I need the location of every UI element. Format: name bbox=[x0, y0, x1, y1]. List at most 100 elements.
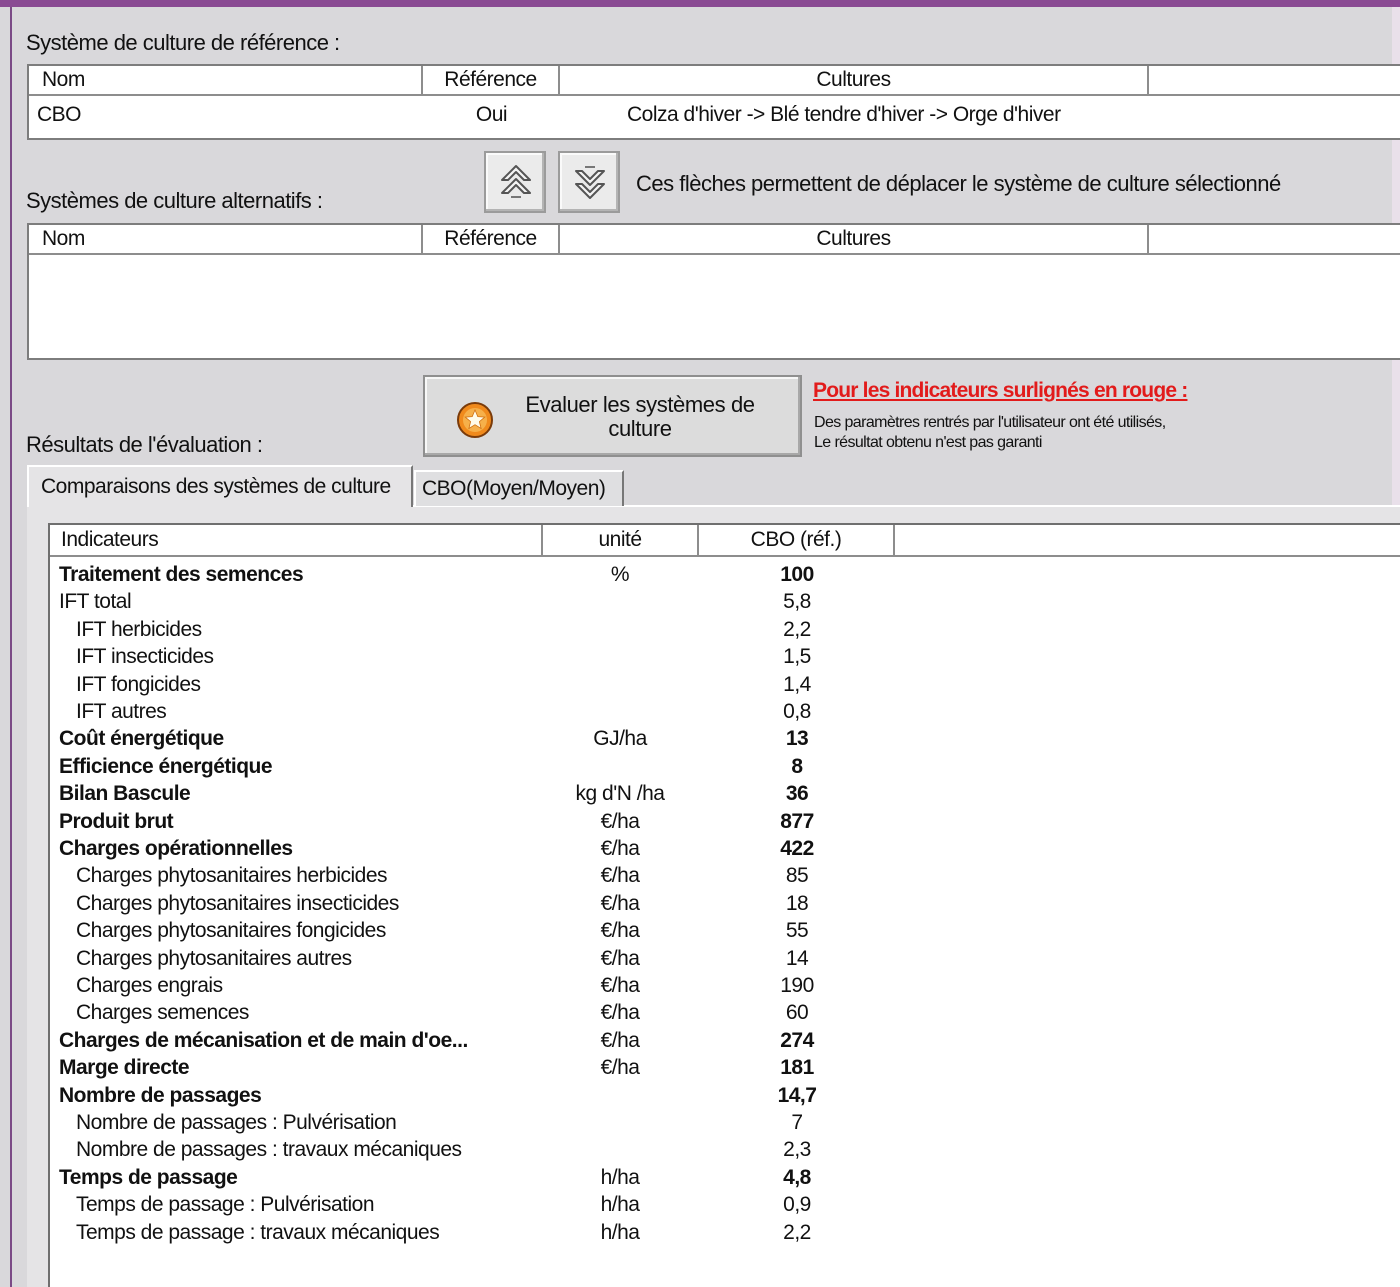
indicator-unit: €/ha bbox=[600, 891, 640, 915]
warning-line-1: Des paramètres rentrés par l'utilisateur… bbox=[814, 414, 1166, 431]
alternatives-col-reference[interactable]: Référence bbox=[423, 225, 560, 255]
indicator-unit: €/ha bbox=[600, 1056, 640, 1080]
warning-title: Pour les indicateurs surlignés en rouge … bbox=[813, 379, 1188, 402]
window-frame-left bbox=[10, 7, 12, 1287]
reference-row-cultures: Colza d'hiver -> Blé tendre d'hiver -> O… bbox=[627, 103, 1061, 126]
indicator-label: IFT insecticides bbox=[76, 645, 214, 669]
indicator-unit: €/ha bbox=[600, 1028, 640, 1052]
reference-section-label: Système de culture de référence : bbox=[26, 30, 340, 55]
indicator-value: 14,7 bbox=[777, 1083, 817, 1107]
move-arrows-hint: Ces flèches permettent de déplacer le sy… bbox=[636, 171, 1281, 196]
indicator-label: Charges semences bbox=[76, 1001, 249, 1025]
alternatives-list[interactable]: Nom Référence Cultures bbox=[27, 223, 1400, 360]
indicator-label: Nombre de passages : travaux mécaniques bbox=[76, 1138, 462, 1162]
indicator-value: 60 bbox=[785, 1001, 809, 1025]
indicator-label: Temps de passage : Pulvérisation bbox=[76, 1193, 375, 1217]
indicator-unit: h/ha bbox=[600, 1220, 640, 1244]
reference-col-reference[interactable]: Référence bbox=[423, 66, 560, 96]
double-chevron-down-icon bbox=[575, 166, 605, 199]
indicator-value: 100 bbox=[780, 563, 814, 586]
results-col-filler bbox=[895, 525, 1400, 557]
indicator-unit: €/ha bbox=[600, 1001, 640, 1025]
evaluate-systems-button[interactable]: Evaluer les systèmes de culture bbox=[423, 375, 802, 457]
reference-col-filler bbox=[1149, 66, 1400, 96]
indicator-value: 0,9 bbox=[783, 1193, 811, 1217]
indicator-unit: h/ha bbox=[600, 1165, 640, 1189]
indicator-label: Produit brut bbox=[59, 809, 174, 833]
indicator-value: 85 bbox=[785, 864, 809, 888]
indicator-label: Charges de mécanisation et de main d'oe.… bbox=[59, 1028, 468, 1052]
indicator-value: 2,3 bbox=[783, 1138, 811, 1162]
star-icon bbox=[457, 402, 493, 438]
indicator-label: IFT autres bbox=[76, 700, 167, 723]
results-col-indicateurs[interactable]: Indicateurs bbox=[50, 525, 543, 557]
evaluate-button-label: Evaluer les systèmes de culture bbox=[525, 392, 755, 441]
reference-row-nom: CBO bbox=[37, 103, 82, 126]
indicator-unit: €/ha bbox=[600, 864, 640, 888]
results-table[interactable]: Indicateurs unité CBO (réf.) Traitement … bbox=[48, 523, 1400, 1287]
warning-line-2: Le résultat obtenu n'est pas garanti bbox=[814, 434, 1042, 451]
alternatives-col-nom[interactable]: Nom bbox=[29, 225, 423, 255]
indicator-value: 13 bbox=[785, 727, 809, 751]
indicator-label: Traitement des semences bbox=[59, 563, 304, 586]
indicator-unit: €/ha bbox=[600, 974, 640, 997]
indicator-value: 55 bbox=[785, 919, 809, 943]
indicator-unit: €/ha bbox=[600, 809, 640, 833]
indicator-label: IFT herbicides bbox=[76, 617, 202, 641]
indicator-label: Marge directe bbox=[59, 1056, 190, 1080]
indicator-value: 7 bbox=[791, 1111, 803, 1134]
indicator-value: 877 bbox=[780, 809, 814, 833]
indicator-label: Charges opérationnelles bbox=[59, 837, 293, 860]
move-up-button[interactable] bbox=[484, 151, 546, 213]
indicator-unit: % bbox=[610, 563, 630, 586]
indicator-value: 18 bbox=[785, 891, 809, 915]
indicator-label: Nombre de passages : Pulvérisation bbox=[76, 1111, 397, 1134]
reference-list[interactable]: Nom Référence Cultures CBO Oui Colza d'h… bbox=[27, 64, 1400, 140]
indicator-value: 181 bbox=[780, 1056, 814, 1080]
double-chevron-up-icon bbox=[501, 165, 531, 198]
indicator-value: 2,2 bbox=[783, 1220, 811, 1244]
window-frame-top bbox=[0, 0, 1400, 7]
indicator-value: 190 bbox=[780, 974, 814, 997]
indicator-unit: h/ha bbox=[600, 1193, 640, 1217]
reference-col-nom[interactable]: Nom bbox=[29, 66, 423, 96]
reference-row-reference: Oui bbox=[475, 103, 508, 126]
indicator-label: Charges engrais bbox=[76, 974, 223, 997]
indicator-label: Charges phytosanitaires insecticides bbox=[76, 891, 399, 915]
indicator-label: Charges phytosanitaires autres bbox=[76, 946, 352, 970]
indicator-unit: €/ha bbox=[600, 946, 640, 970]
indicator-value: 1,5 bbox=[783, 645, 811, 669]
reference-col-cultures[interactable]: Cultures bbox=[560, 66, 1149, 96]
indicator-unit: GJ/ha bbox=[593, 727, 647, 751]
tab-cbo-moyen[interactable]: CBO(Moyen/Moyen) bbox=[414, 470, 624, 506]
indicator-value: 4,8 bbox=[783, 1165, 811, 1189]
indicator-unit: kg d'N /ha bbox=[575, 782, 665, 806]
indicator-label: Efficience énergétique bbox=[59, 754, 273, 778]
indicator-label: Charges phytosanitaires fongicides bbox=[76, 919, 386, 943]
indicator-label: Nombre de passages bbox=[59, 1083, 262, 1107]
results-col-cbo[interactable]: CBO (réf.) bbox=[699, 525, 895, 557]
indicator-unit: €/ha bbox=[600, 837, 640, 860]
results-col-unite[interactable]: unité bbox=[543, 525, 699, 557]
alternatives-col-cultures[interactable]: Cultures bbox=[560, 225, 1149, 255]
indicator-label: Temps de passage : travaux mécaniques bbox=[76, 1220, 440, 1244]
alternatives-col-filler bbox=[1149, 225, 1400, 255]
move-down-button[interactable] bbox=[558, 151, 620, 213]
indicator-label: Coût énergétique bbox=[59, 727, 224, 751]
indicator-label: Bilan Bascule bbox=[59, 782, 191, 806]
alternatives-section-label: Systèmes de culture alternatifs : bbox=[26, 188, 323, 213]
indicator-value: 0,8 bbox=[783, 700, 811, 723]
indicator-label: Temps de passage bbox=[59, 1165, 238, 1189]
indicator-label: IFT total bbox=[59, 590, 132, 614]
indicator-unit: €/ha bbox=[600, 919, 640, 943]
indicator-value: 5,8 bbox=[783, 590, 811, 614]
indicator-value: 422 bbox=[780, 837, 814, 860]
indicator-value: 274 bbox=[780, 1028, 814, 1052]
results-section-label: Résultats de l'évaluation : bbox=[26, 432, 263, 457]
indicator-value: 2,2 bbox=[783, 617, 811, 641]
indicator-value: 14 bbox=[785, 946, 809, 970]
indicator-value: 8 bbox=[791, 754, 803, 778]
indicator-label: Charges phytosanitaires herbicides bbox=[76, 864, 388, 888]
tab-comparaisons[interactable]: Comparaisons des systèmes de culture bbox=[27, 465, 413, 507]
indicator-label: IFT fongicides bbox=[76, 672, 201, 696]
